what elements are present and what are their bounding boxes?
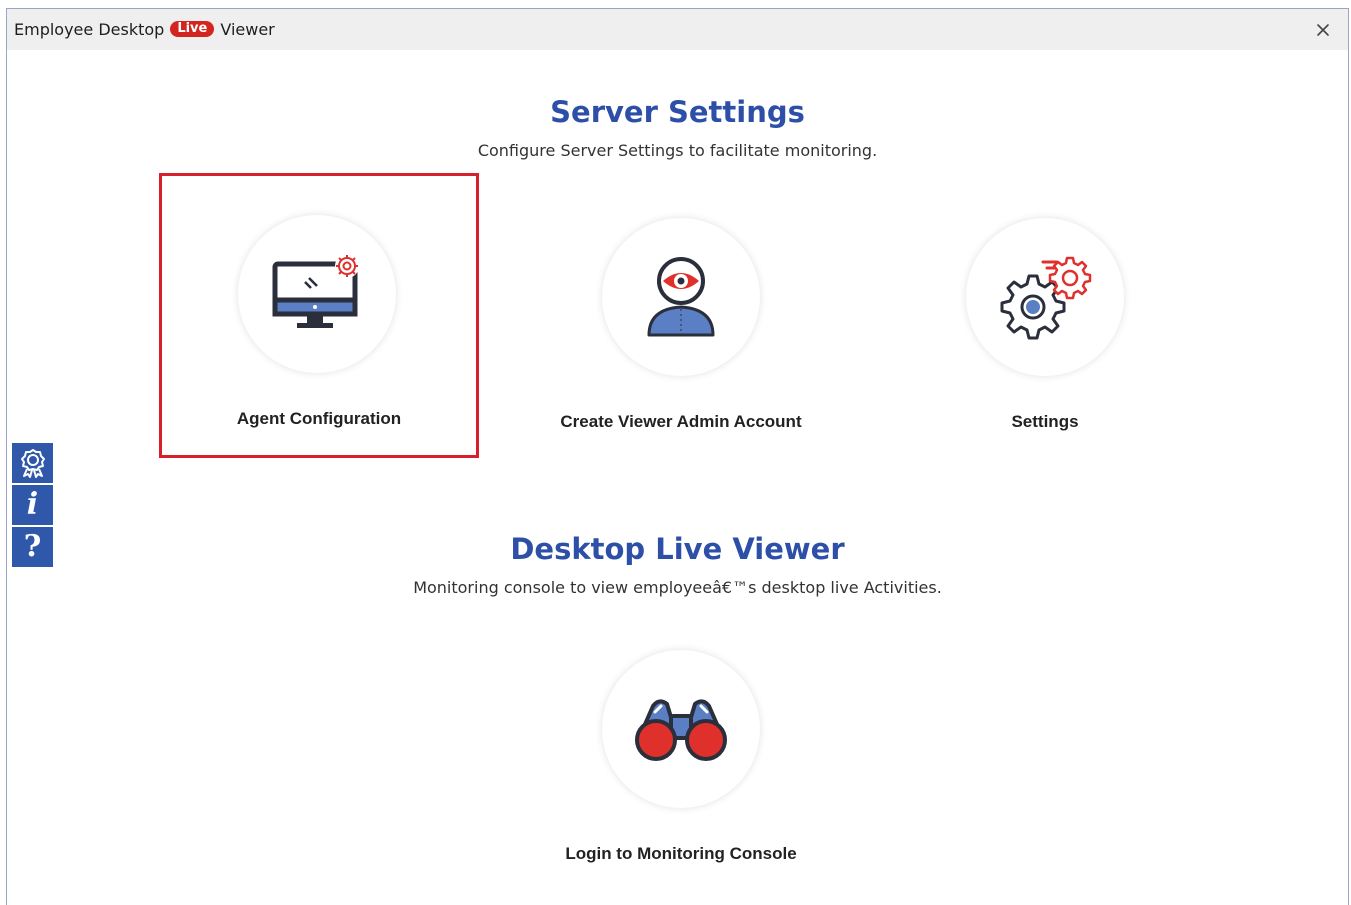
settings-label: Settings: [1011, 412, 1079, 431]
close-icon: [1317, 24, 1329, 36]
binoculars-icon: [635, 699, 727, 761]
gears-icon: [1000, 256, 1092, 340]
login-monitoring-console-tile[interactable]: Login to Monitoring Console: [523, 608, 839, 891]
create-viewer-admin-label: Create Viewer Admin Account: [560, 412, 802, 431]
agent-configuration-icon-circle: [238, 215, 396, 373]
agent-configuration-tile[interactable]: Agent Configuration: [159, 173, 479, 458]
create-viewer-admin-tile[interactable]: Create Viewer Admin Account: [523, 176, 839, 459]
title-bar: Employee Desktop Live Viewer: [7, 9, 1348, 50]
create-viewer-admin-icon-circle: [602, 218, 760, 376]
server-settings-title: Server Settings: [550, 95, 805, 129]
server-settings-subtitle: Configure Server Settings to facilitate …: [477, 141, 878, 160]
user-eye-icon: [647, 257, 715, 337]
info-button[interactable]: i: [12, 485, 53, 525]
settings-icon-circle: [966, 218, 1124, 376]
help-button[interactable]: ?: [12, 527, 53, 567]
live-badge: Live: [170, 21, 215, 37]
info-icon: i: [26, 487, 39, 522]
login-monitoring-console-label: Login to Monitoring Console: [565, 844, 797, 863]
settings-tile[interactable]: Settings: [887, 176, 1203, 459]
monitor-gear-icon: [272, 254, 359, 328]
desktop-live-viewer-title: Desktop Live Viewer: [510, 532, 845, 566]
app-window: Employee Desktop Live Viewer Server Sett…: [6, 8, 1349, 905]
award-button[interactable]: [12, 443, 53, 483]
side-toolbar: i ?: [12, 443, 53, 569]
title-suffix: Viewer: [220, 19, 275, 39]
desktop-live-viewer-subtitle: Monitoring console to view employeeâ€™s …: [413, 578, 942, 597]
window-title: Employee Desktop Live Viewer: [14, 19, 275, 39]
agent-configuration-label: Agent Configuration: [236, 409, 402, 428]
close-button[interactable]: [1312, 19, 1334, 41]
help-icon: ?: [23, 529, 42, 564]
login-monitoring-console-icon-circle: [602, 650, 760, 808]
title-prefix: Employee Desktop: [14, 19, 165, 39]
award-badge-icon: [20, 449, 45, 478]
